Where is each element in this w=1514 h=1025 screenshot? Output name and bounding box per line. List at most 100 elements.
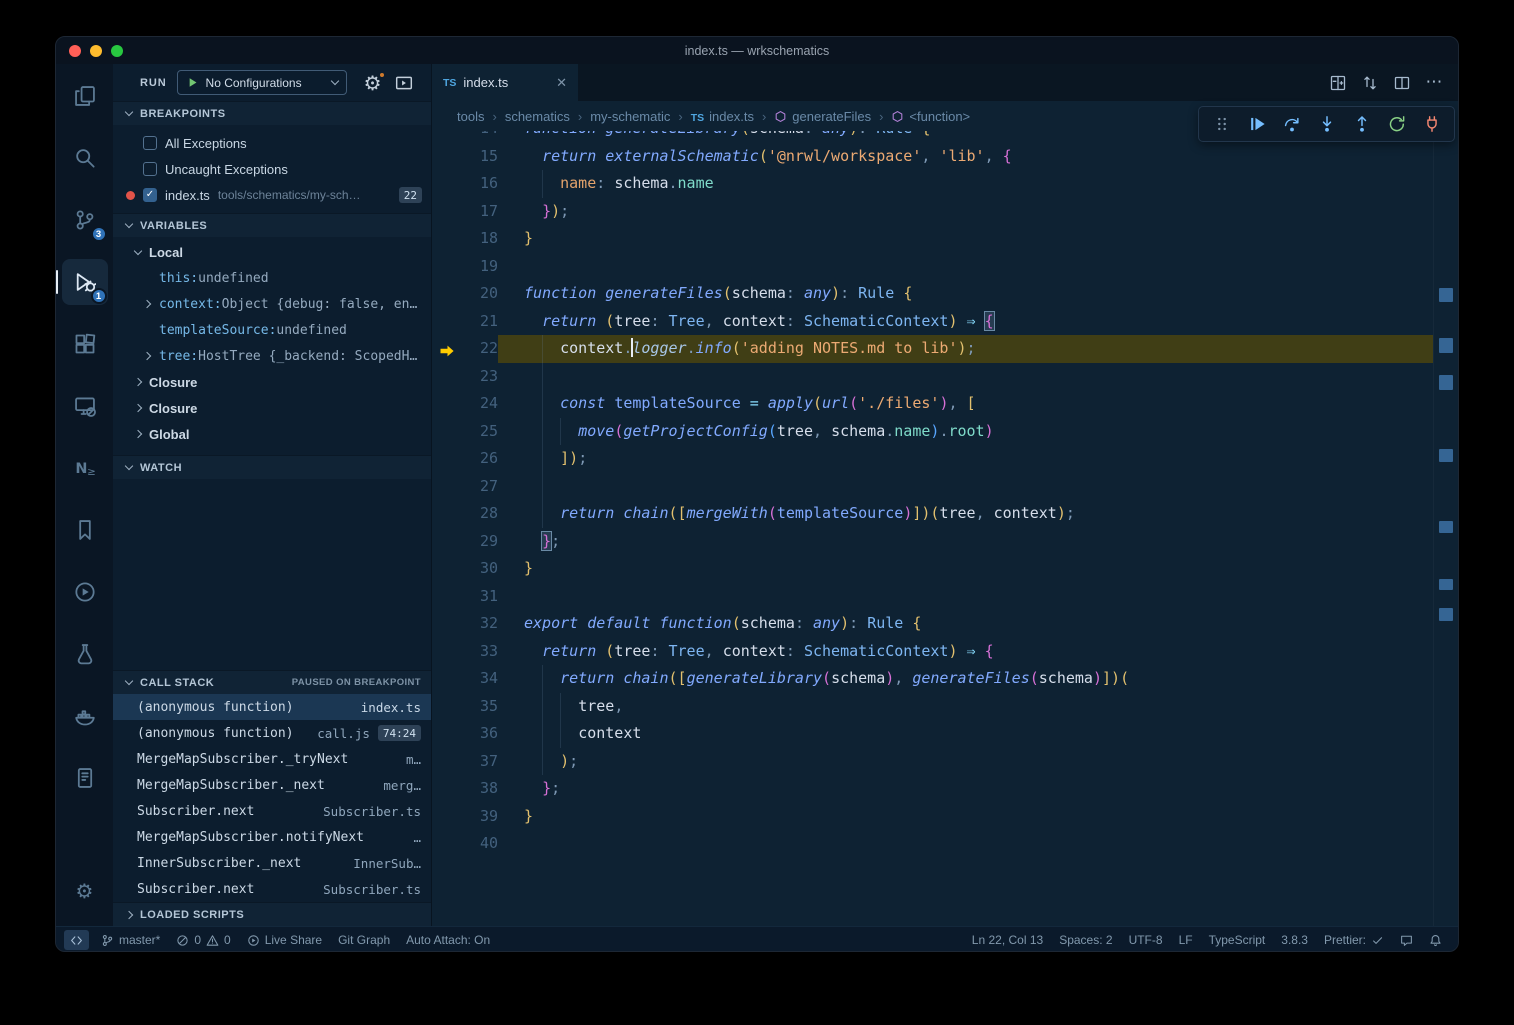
- code-line[interactable]: 30}: [432, 555, 1458, 583]
- code-line[interactable]: 40: [432, 830, 1458, 858]
- line-number[interactable]: 18: [458, 225, 498, 253]
- status-language-mode[interactable]: TypeScript: [1201, 927, 1274, 952]
- activity-item-test-explorer[interactable]: [62, 631, 108, 677]
- gutter-margin[interactable]: [432, 253, 458, 281]
- line-number[interactable]: 27: [458, 473, 498, 501]
- line-number[interactable]: 34: [458, 665, 498, 693]
- line-number[interactable]: 23: [458, 363, 498, 391]
- code-line[interactable]: 39}: [432, 803, 1458, 831]
- status-feedback[interactable]: [1392, 927, 1421, 952]
- gutter-margin[interactable]: [432, 528, 458, 556]
- status-eol[interactable]: LF: [1171, 927, 1201, 952]
- code-line[interactable]: 28 return chain([mergeWith(templateSourc…: [432, 500, 1458, 528]
- gutter-margin[interactable]: [432, 555, 458, 583]
- code-line[interactable]: 31: [432, 583, 1458, 611]
- status-prettier[interactable]: Prettier:: [1316, 927, 1392, 952]
- code-editor[interactable]: 14function generateLibrary(schema: any):…: [432, 131, 1458, 926]
- code-line[interactable]: 16 name: schema.name: [432, 170, 1458, 198]
- line-number[interactable]: 30: [458, 555, 498, 583]
- activity-item-bookmarks[interactable]: [62, 507, 108, 553]
- line-number[interactable]: 39: [458, 803, 498, 831]
- call-stack-frame[interactable]: Subscriber.nextSubscriber.ts: [113, 876, 431, 902]
- gutter-margin[interactable]: [432, 693, 458, 721]
- gutter-margin[interactable]: [432, 473, 458, 501]
- code-line[interactable]: 21 return (tree: Tree, context: Schemati…: [432, 308, 1458, 336]
- gutter-margin[interactable]: [432, 638, 458, 666]
- code-line[interactable]: 32export default function(schema: any): …: [432, 610, 1458, 638]
- breakpoint-item[interactable]: Uncaught Exceptions: [113, 156, 431, 182]
- status-git-branch[interactable]: master*: [93, 927, 168, 952]
- gutter-margin[interactable]: [432, 720, 458, 748]
- breakpoint-checkbox[interactable]: [143, 136, 157, 150]
- code-line[interactable]: 22 context.logger.info('adding NOTES.md …: [432, 335, 1458, 363]
- line-number[interactable]: 25: [458, 418, 498, 446]
- status-auto-attach[interactable]: Auto Attach: On: [398, 927, 498, 952]
- breadcrumb-item[interactable]: tools: [457, 109, 484, 124]
- line-number[interactable]: 17: [458, 198, 498, 226]
- gutter-margin[interactable]: [432, 335, 458, 363]
- call-stack-frame[interactable]: (anonymous function)call.js74:24: [113, 720, 431, 746]
- gutter-margin[interactable]: [432, 748, 458, 776]
- variables-scope[interactable]: Local: [113, 239, 431, 265]
- status-remote[interactable]: [64, 930, 89, 950]
- breadcrumb-item[interactable]: schematics: [505, 109, 570, 124]
- breakpoint-checkbox[interactable]: [143, 162, 157, 176]
- line-number[interactable]: 37: [458, 748, 498, 776]
- variable-item[interactable]: templateSource: undefined: [113, 317, 431, 343]
- code-line[interactable]: 18}: [432, 225, 1458, 253]
- tab-index-ts[interactable]: TS index.ts ✕: [432, 64, 578, 101]
- line-number[interactable]: 26: [458, 445, 498, 473]
- gutter-margin[interactable]: [432, 445, 458, 473]
- line-number[interactable]: 38: [458, 775, 498, 803]
- code-line[interactable]: 19: [432, 253, 1458, 281]
- gutter-margin[interactable]: [432, 225, 458, 253]
- code-line[interactable]: 20function generateFiles(schema: any): R…: [432, 280, 1458, 308]
- status-typescript-version[interactable]: 3.8.3: [1273, 927, 1316, 952]
- gutter-margin[interactable]: [432, 500, 458, 528]
- overview-ruler[interactable]: [1433, 131, 1458, 926]
- step-into-button[interactable]: [1310, 109, 1343, 139]
- line-number[interactable]: 35: [458, 693, 498, 721]
- configurations-dropdown[interactable]: No Configurations: [177, 70, 347, 95]
- gutter-margin[interactable]: [432, 418, 458, 446]
- activity-item-search[interactable]: [62, 135, 108, 181]
- title-bar[interactable]: index.ts — wrkschematics: [56, 37, 1458, 64]
- restart-button[interactable]: [1380, 109, 1413, 139]
- status-problems[interactable]: 00: [168, 927, 238, 952]
- line-number[interactable]: 24: [458, 390, 498, 418]
- close-icon[interactable]: ✕: [556, 75, 567, 91]
- activity-item-remote-explorer[interactable]: [62, 383, 108, 429]
- breadcrumb-item[interactable]: generateFiles: [774, 109, 871, 124]
- call-stack-frame[interactable]: MergeMapSubscriber.notifyNext…: [113, 824, 431, 850]
- breadcrumb-item[interactable]: TSindex.ts: [691, 109, 754, 124]
- call-stack-frame[interactable]: InnerSubscriber._nextInnerSub…: [113, 850, 431, 876]
- breakpoint-checkbox[interactable]: ✓: [143, 188, 157, 202]
- drag-handle-button[interactable]: [1205, 109, 1238, 139]
- gutter-margin[interactable]: [432, 390, 458, 418]
- watch-section-header[interactable]: WATCH: [113, 455, 431, 479]
- minimize-window-button[interactable]: [90, 45, 102, 57]
- line-number[interactable]: 33: [458, 638, 498, 666]
- activity-item-docker[interactable]: [62, 693, 108, 739]
- step-out-button[interactable]: [1345, 109, 1378, 139]
- more-actions-button[interactable]: ⋯: [1426, 75, 1442, 91]
- gutter-margin[interactable]: [432, 198, 458, 226]
- breakpoint-item[interactable]: All Exceptions: [113, 130, 431, 156]
- status-cursor-position[interactable]: Ln 22, Col 13: [964, 927, 1051, 952]
- call-stack-frame[interactable]: Subscriber.nextSubscriber.ts: [113, 798, 431, 824]
- continue-button[interactable]: [1240, 109, 1273, 139]
- activity-item-live-share[interactable]: [62, 569, 108, 615]
- code-line[interactable]: 27: [432, 473, 1458, 501]
- code-line[interactable]: 24 const templateSource = apply(url('./f…: [432, 390, 1458, 418]
- code-line[interactable]: 35 tree,: [432, 693, 1458, 721]
- code-line[interactable]: 17 });: [432, 198, 1458, 226]
- debug-settings-gear-icon[interactable]: ⚙: [363, 73, 383, 93]
- gutter-margin[interactable]: [432, 280, 458, 308]
- line-number[interactable]: 21: [458, 308, 498, 336]
- activity-item-extensions[interactable]: [62, 321, 108, 367]
- activity-item-explorer[interactable]: [62, 73, 108, 119]
- gutter-margin[interactable]: [432, 363, 458, 391]
- activity-item-source-control[interactable]: 3: [62, 197, 108, 243]
- breadcrumb-item[interactable]: <function>: [891, 109, 970, 124]
- gutter-margin[interactable]: [432, 665, 458, 693]
